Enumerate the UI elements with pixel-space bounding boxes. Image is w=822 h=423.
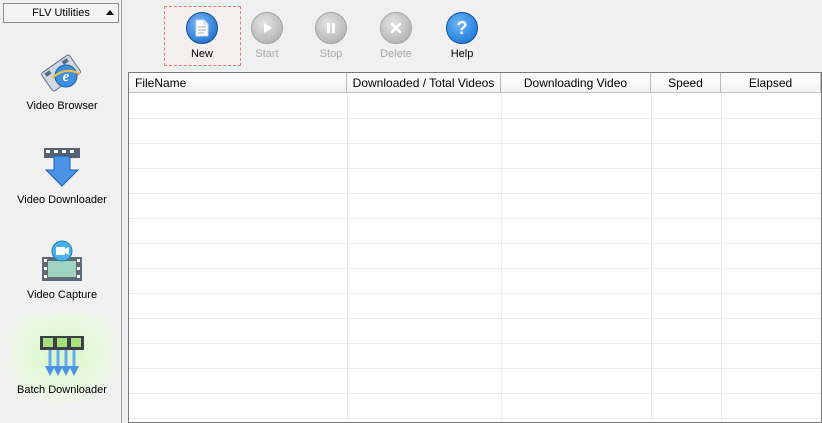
row-divider bbox=[129, 218, 821, 219]
sidebar-item-label: Batch Downloader bbox=[17, 384, 107, 396]
help-question-icon: ? bbox=[446, 12, 478, 44]
new-button-label: New bbox=[190, 48, 213, 60]
new-document-icon bbox=[186, 12, 218, 44]
new-button[interactable]: New bbox=[174, 12, 230, 64]
sidebar-item-video-browser[interactable]: e Video Browser bbox=[6, 30, 118, 118]
delete-button-label: Delete bbox=[380, 48, 412, 60]
sidebar: FLV Utilities e Video Browser Video Down… bbox=[0, 0, 122, 423]
pause-icon bbox=[315, 12, 347, 44]
sidebar-item-label: Video Capture bbox=[26, 289, 98, 301]
collapse-arrow-icon[interactable] bbox=[106, 10, 114, 15]
sidebar-item-label: Video Browser bbox=[26, 100, 98, 112]
video-browser-icon: e bbox=[41, 54, 81, 92]
row-divider bbox=[129, 393, 821, 394]
sidebar-item-label: Video Downloader bbox=[17, 194, 107, 206]
table-header: FileName Downloaded / Total Videos Downl… bbox=[129, 73, 821, 93]
sidebar-item-video-capture[interactable]: Video Capture bbox=[6, 219, 118, 307]
sidebar-item-batch-downloader[interactable]: Batch Downloader bbox=[6, 314, 118, 402]
sidebar-title: FLV Utilities bbox=[32, 7, 90, 19]
row-divider bbox=[129, 143, 821, 144]
start-button-label: Start bbox=[255, 48, 279, 60]
row-divider bbox=[129, 193, 821, 194]
column-header-filename[interactable]: FileName bbox=[129, 73, 347, 93]
column-header-speed[interactable]: Speed bbox=[651, 73, 721, 93]
row-divider bbox=[129, 318, 821, 319]
stop-button-label: Stop bbox=[319, 48, 343, 60]
row-divider bbox=[129, 118, 821, 119]
play-icon bbox=[251, 12, 283, 44]
download-table[interactable]: FileName Downloaded / Total Videos Downl… bbox=[128, 72, 822, 423]
start-button[interactable]: Start bbox=[239, 12, 295, 64]
row-divider bbox=[129, 368, 821, 369]
sidebar-header[interactable]: FLV Utilities bbox=[3, 3, 119, 23]
help-button[interactable]: ? Help bbox=[434, 12, 490, 64]
row-divider bbox=[129, 243, 821, 244]
stop-button[interactable]: Stop bbox=[303, 12, 359, 64]
row-divider bbox=[129, 343, 821, 344]
column-header-downloading-video[interactable]: Downloading Video bbox=[501, 73, 651, 93]
delete-button[interactable]: Delete bbox=[368, 12, 424, 64]
row-divider bbox=[129, 268, 821, 269]
help-button-label: Help bbox=[450, 48, 474, 60]
video-capture-icon bbox=[42, 240, 82, 281]
column-header-downloaded-total[interactable]: Downloaded / Total Videos bbox=[347, 73, 501, 93]
sidebar-item-video-downloader[interactable]: Video Downloader bbox=[6, 124, 118, 212]
row-divider bbox=[129, 418, 821, 419]
batch-downloader-icon bbox=[40, 336, 84, 376]
row-divider bbox=[129, 293, 821, 294]
delete-x-icon bbox=[380, 12, 412, 44]
video-downloader-icon bbox=[44, 148, 80, 187]
row-divider bbox=[129, 168, 821, 169]
column-header-elapsed[interactable]: Elapsed bbox=[721, 73, 821, 93]
